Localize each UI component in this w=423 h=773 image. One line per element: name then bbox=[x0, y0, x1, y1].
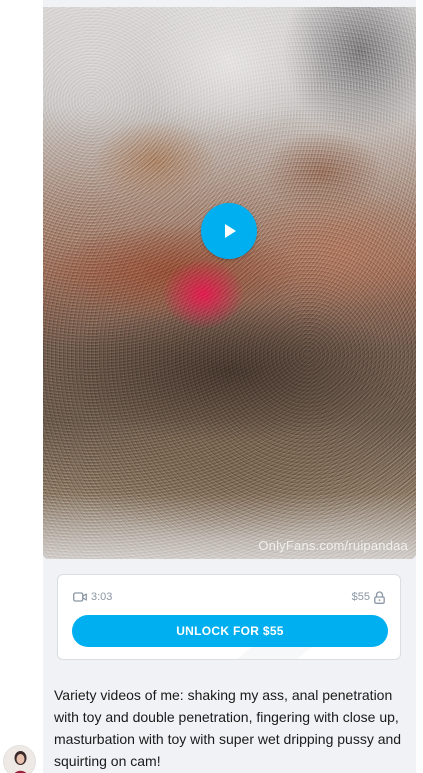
bottom-fade bbox=[43, 7, 416, 559]
play-icon bbox=[225, 224, 236, 238]
price-text: $55 bbox=[351, 591, 370, 603]
video-camera-icon bbox=[73, 592, 87, 602]
duration-text: 3:03 bbox=[91, 591, 113, 603]
lock-icon bbox=[374, 590, 385, 604]
message-caption: Variety videos of me: shaking my ass, an… bbox=[54, 687, 402, 769]
paywall-card: 3:03 $55 UNLOCK FOR $55 bbox=[57, 574, 401, 660]
video-duration: 3:03 bbox=[73, 591, 112, 603]
chat-thread: OnlyFans.com/ruipandaa 3:03 $55 UNLOCK F… bbox=[0, 0, 423, 773]
play-button[interactable] bbox=[201, 203, 257, 259]
unlock-button[interactable]: UNLOCK FOR $55 bbox=[72, 615, 388, 647]
paywall-meta: 3:03 $55 bbox=[73, 589, 385, 605]
avatar-image bbox=[4, 746, 35, 773]
watermark: OnlyFans.com/ruipandaa bbox=[258, 538, 408, 553]
avatar[interactable] bbox=[3, 745, 36, 773]
video-price: $55 bbox=[351, 590, 385, 604]
blurred-video-preview[interactable]: OnlyFans.com/ruipandaa bbox=[43, 7, 416, 559]
